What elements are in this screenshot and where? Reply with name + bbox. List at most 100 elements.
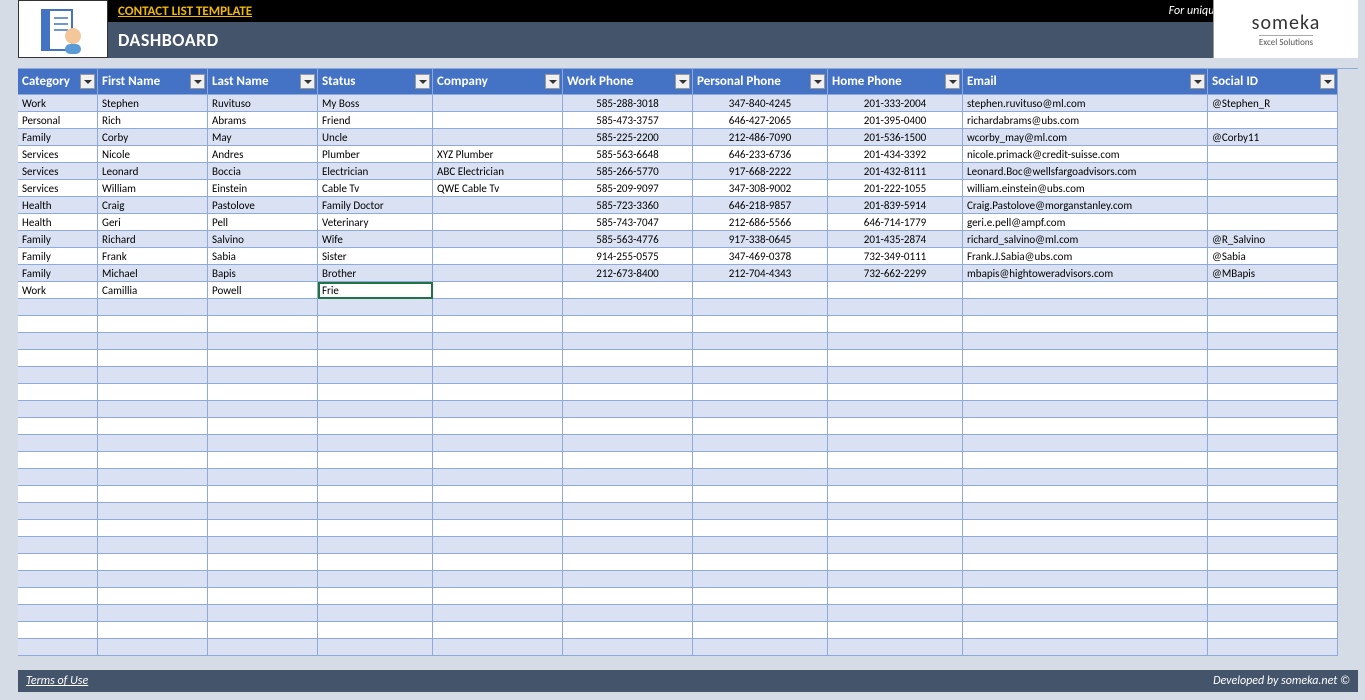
table-cell[interactable] bbox=[828, 469, 963, 486]
table-cell[interactable] bbox=[963, 486, 1208, 503]
table-cell[interactable] bbox=[1208, 112, 1338, 129]
table-cell[interactable]: Craig bbox=[98, 197, 208, 214]
table-cell[interactable]: 585-288-3018 bbox=[563, 95, 693, 112]
table-cell[interactable] bbox=[208, 384, 318, 401]
table-cell[interactable] bbox=[433, 418, 563, 435]
filter-dropdown-icon[interactable] bbox=[300, 74, 315, 89]
column-header[interactable]: Social ID bbox=[1208, 69, 1338, 95]
table-cell[interactable]: 212-704-4343 bbox=[693, 265, 828, 282]
table-cell[interactable] bbox=[828, 316, 963, 333]
table-cell[interactable] bbox=[18, 333, 98, 350]
table-cell[interactable] bbox=[693, 435, 828, 452]
table-cell[interactable] bbox=[693, 350, 828, 367]
table-cell[interactable] bbox=[563, 418, 693, 435]
table-cell[interactable] bbox=[963, 520, 1208, 537]
table-cell[interactable] bbox=[433, 401, 563, 418]
table-cell[interactable] bbox=[18, 452, 98, 469]
table-cell[interactable]: Health bbox=[18, 197, 98, 214]
table-cell[interactable] bbox=[433, 622, 563, 639]
filter-dropdown-icon[interactable] bbox=[415, 74, 430, 89]
table-cell[interactable]: Brother bbox=[318, 265, 433, 282]
table-cell[interactable] bbox=[963, 503, 1208, 520]
table-cell[interactable] bbox=[1208, 452, 1338, 469]
table-cell[interactable] bbox=[208, 639, 318, 656]
table-cell[interactable] bbox=[98, 486, 208, 503]
table-cell[interactable] bbox=[433, 537, 563, 554]
table-cell[interactable] bbox=[18, 316, 98, 333]
table-cell[interactable] bbox=[828, 367, 963, 384]
table-cell[interactable] bbox=[433, 129, 563, 146]
table-cell[interactable]: 585-563-6648 bbox=[563, 146, 693, 163]
table-cell[interactable]: Cable Tv bbox=[318, 180, 433, 197]
table-cell[interactable]: Frie bbox=[318, 282, 433, 299]
table-cell[interactable] bbox=[18, 605, 98, 622]
table-cell[interactable] bbox=[318, 384, 433, 401]
table-cell[interactable]: Einstein bbox=[208, 180, 318, 197]
table-cell[interactable]: QWE Cable Tv bbox=[433, 180, 563, 197]
table-cell[interactable]: 646-218-9857 bbox=[693, 197, 828, 214]
table-cell[interactable]: @MBapis bbox=[1208, 265, 1338, 282]
table-cell[interactable]: Camillia bbox=[98, 282, 208, 299]
table-cell[interactable]: 201-536-1500 bbox=[828, 129, 963, 146]
table-cell[interactable] bbox=[18, 384, 98, 401]
column-header[interactable]: Last Name bbox=[208, 69, 318, 95]
table-cell[interactable] bbox=[208, 350, 318, 367]
table-cell[interactable]: 585-209-9097 bbox=[563, 180, 693, 197]
table-cell[interactable] bbox=[693, 639, 828, 656]
table-cell[interactable] bbox=[963, 537, 1208, 554]
table-cell[interactable] bbox=[963, 452, 1208, 469]
table-cell[interactable] bbox=[18, 588, 98, 605]
table-cell[interactable] bbox=[318, 435, 433, 452]
table-cell[interactable]: 201-222-1055 bbox=[828, 180, 963, 197]
column-header[interactable]: Category bbox=[18, 69, 98, 95]
table-cell[interactable] bbox=[963, 469, 1208, 486]
table-cell[interactable] bbox=[98, 605, 208, 622]
table-cell[interactable]: Services bbox=[18, 146, 98, 163]
table-cell[interactable] bbox=[563, 350, 693, 367]
table-cell[interactable] bbox=[98, 384, 208, 401]
table-cell[interactable] bbox=[18, 520, 98, 537]
table-cell[interactable] bbox=[318, 554, 433, 571]
table-cell[interactable] bbox=[318, 486, 433, 503]
table-cell[interactable] bbox=[433, 588, 563, 605]
table-cell[interactable] bbox=[433, 452, 563, 469]
table-cell[interactable] bbox=[208, 554, 318, 571]
table-cell[interactable] bbox=[693, 401, 828, 418]
table-cell[interactable] bbox=[98, 622, 208, 639]
table-cell[interactable] bbox=[98, 452, 208, 469]
table-cell[interactable] bbox=[98, 401, 208, 418]
column-header[interactable]: First Name bbox=[98, 69, 208, 95]
table-cell[interactable] bbox=[1208, 333, 1338, 350]
table-cell[interactable] bbox=[693, 452, 828, 469]
table-cell[interactable] bbox=[963, 350, 1208, 367]
table-cell[interactable] bbox=[208, 333, 318, 350]
table-cell[interactable] bbox=[693, 282, 828, 299]
table-cell[interactable] bbox=[563, 367, 693, 384]
column-header[interactable]: Status bbox=[318, 69, 433, 95]
table-cell[interactable] bbox=[318, 588, 433, 605]
table-cell[interactable]: 347-840-4245 bbox=[693, 95, 828, 112]
table-cell[interactable] bbox=[318, 503, 433, 520]
table-cell[interactable] bbox=[433, 503, 563, 520]
table-cell[interactable] bbox=[1208, 180, 1338, 197]
table-cell[interactable]: 212-486-7090 bbox=[693, 129, 828, 146]
table-cell[interactable]: 201-434-3392 bbox=[828, 146, 963, 163]
table-cell[interactable] bbox=[433, 316, 563, 333]
table-cell[interactable]: 585-225-2200 bbox=[563, 129, 693, 146]
table-cell[interactable] bbox=[433, 265, 563, 282]
table-cell[interactable]: 917-668-2222 bbox=[693, 163, 828, 180]
table-cell[interactable] bbox=[318, 367, 433, 384]
table-cell[interactable] bbox=[828, 401, 963, 418]
table-cell[interactable] bbox=[208, 503, 318, 520]
table-cell[interactable] bbox=[1208, 367, 1338, 384]
table-cell[interactable] bbox=[693, 588, 828, 605]
table-cell[interactable] bbox=[18, 401, 98, 418]
table-cell[interactable]: 646-427-2065 bbox=[693, 112, 828, 129]
table-cell[interactable] bbox=[963, 316, 1208, 333]
table-cell[interactable]: stephen.ruvituso@ml.com bbox=[963, 95, 1208, 112]
table-cell[interactable] bbox=[963, 639, 1208, 656]
table-cell[interactable]: Craig.Pastolove@morganstanley.com bbox=[963, 197, 1208, 214]
table-cell[interactable] bbox=[433, 95, 563, 112]
table-cell[interactable] bbox=[1208, 384, 1338, 401]
table-cell[interactable]: @R_Salvino bbox=[1208, 231, 1338, 248]
